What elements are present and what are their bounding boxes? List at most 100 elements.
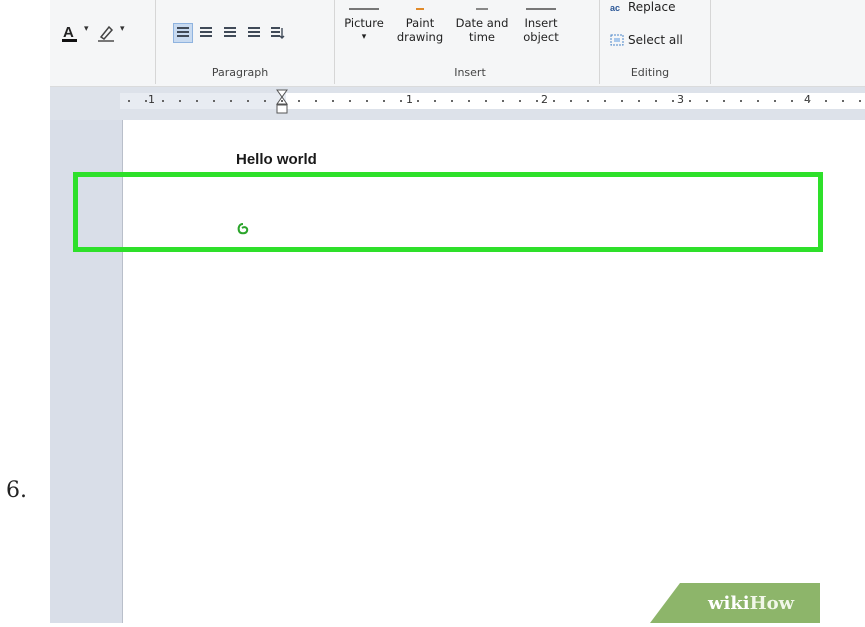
ruler-tick [638, 100, 640, 102]
font-color-dropdown-icon[interactable]: ▾ [84, 24, 89, 34]
ruler-tick [621, 100, 623, 102]
wordpad-screenshot: A ▾ ▾ Paragraph Picture ▾ Paint drawing … [50, 0, 865, 623]
ruler-tick [383, 100, 385, 102]
ruler[interactable]: 1 1 2 3 4 [50, 87, 865, 120]
ruler-tick [332, 100, 334, 102]
insert-object-button[interactable]: Insert object [516, 0, 566, 44]
ruler-tick [570, 100, 572, 102]
ruler-tick [298, 100, 300, 102]
ruler-number: 3 [677, 93, 684, 106]
separator [599, 0, 600, 84]
ruler-tick [689, 100, 691, 102]
wikihow-watermark: wikiHow [650, 583, 820, 623]
picture-button[interactable]: Picture ▾ [342, 0, 386, 44]
ruler-tick [315, 100, 317, 102]
ruler-tick [400, 100, 402, 102]
date-time-button[interactable]: Date and time [450, 0, 514, 44]
picture-dropdown-icon: ▾ [361, 32, 367, 42]
justify-button[interactable] [245, 24, 263, 42]
select-all-label: Select all [628, 33, 683, 47]
ruler-tick [264, 100, 266, 102]
ruler-tick [553, 100, 555, 102]
ruler-tick [145, 100, 147, 102]
datetime-label-line2: time [469, 30, 495, 44]
picture-label: Picture [344, 16, 384, 30]
paragraph-settings-button[interactable] [269, 24, 287, 42]
watermark-wiki: wiki [708, 593, 750, 614]
datetime-label-line1: Date and [455, 16, 509, 30]
paint-label-line2: drawing [396, 30, 444, 44]
select-all-button[interactable]: Select all [610, 33, 683, 47]
highlight-box [73, 172, 823, 252]
replace-label: Replace [628, 0, 676, 14]
ruler-number: 2 [541, 93, 548, 106]
ruler-tick [519, 100, 521, 102]
clock-icon [476, 0, 488, 10]
align-left-icon [177, 27, 189, 39]
paragraph-group-label: Paragraph [211, 66, 269, 79]
align-right-icon [224, 27, 236, 39]
ruler-tick [179, 100, 181, 102]
picture-icon [349, 0, 379, 10]
svg-text:ac: ac [610, 3, 620, 13]
ruler-tick [349, 100, 351, 102]
replace-icon: ac [610, 3, 620, 13]
ruler-tick [672, 100, 674, 102]
object-label-line2: object [523, 30, 559, 44]
ruler-tick [723, 100, 725, 102]
paint-icon [416, 0, 424, 10]
ruler-tick [366, 100, 368, 102]
ruler-tick [536, 100, 538, 102]
text-cursor-icon [237, 223, 249, 235]
ruler-tick [213, 100, 215, 102]
ruler-tick [247, 100, 249, 102]
ruler-tick [468, 100, 470, 102]
separator [155, 0, 156, 84]
ruler-tick [502, 100, 504, 102]
ruler-tick [791, 100, 793, 102]
highlight-dropdown-icon[interactable]: ▾ [120, 24, 125, 34]
replace-button[interactable]: ac Replace [610, 0, 675, 14]
ruler-tick [655, 100, 657, 102]
separator [334, 0, 335, 84]
align-center-icon [200, 27, 212, 39]
paragraph-settings-icon [271, 27, 285, 39]
document-text[interactable]: Hello world [236, 151, 317, 168]
align-left-button[interactable] [173, 23, 193, 43]
ruler-tick [774, 100, 776, 102]
step-number: 6. [6, 478, 27, 503]
svg-text:A: A [63, 24, 74, 41]
ruler-tick [740, 100, 742, 102]
ruler-tick [162, 100, 164, 102]
ruler-tick [859, 100, 861, 102]
highlight-button[interactable] [96, 22, 118, 44]
ruler-number: 1 [148, 93, 155, 106]
ruler-tick [281, 100, 283, 102]
editing-group-label: Editing [630, 66, 670, 79]
paint-drawing-button[interactable]: Paint drawing [390, 0, 450, 44]
justify-icon [248, 27, 260, 39]
align-center-button[interactable] [197, 24, 215, 42]
ruler-number: 1 [406, 93, 413, 106]
ruler-tick [757, 100, 759, 102]
ruler-tick [604, 100, 606, 102]
ruler-tick [706, 100, 708, 102]
ruler-tick [434, 100, 436, 102]
ruler-tick [417, 100, 419, 102]
ruler-tick [230, 100, 232, 102]
ribbon: A ▾ ▾ Paragraph Picture ▾ Paint drawing … [50, 0, 865, 87]
ruler-tick [825, 100, 827, 102]
select-all-icon [610, 34, 624, 46]
ruler-tick [451, 100, 453, 102]
ruler-tick [842, 100, 844, 102]
object-label-line1: Insert [524, 16, 558, 30]
object-icon [526, 0, 556, 10]
font-color-button[interactable]: A [60, 22, 82, 44]
indent-marker-icon[interactable] [276, 89, 288, 115]
insert-group-label: Insert [454, 66, 486, 79]
align-right-button[interactable] [221, 24, 239, 42]
ruler-tick [485, 100, 487, 102]
ruler-tick [196, 100, 198, 102]
ruler-tick [808, 100, 810, 102]
ruler-tick [587, 100, 589, 102]
